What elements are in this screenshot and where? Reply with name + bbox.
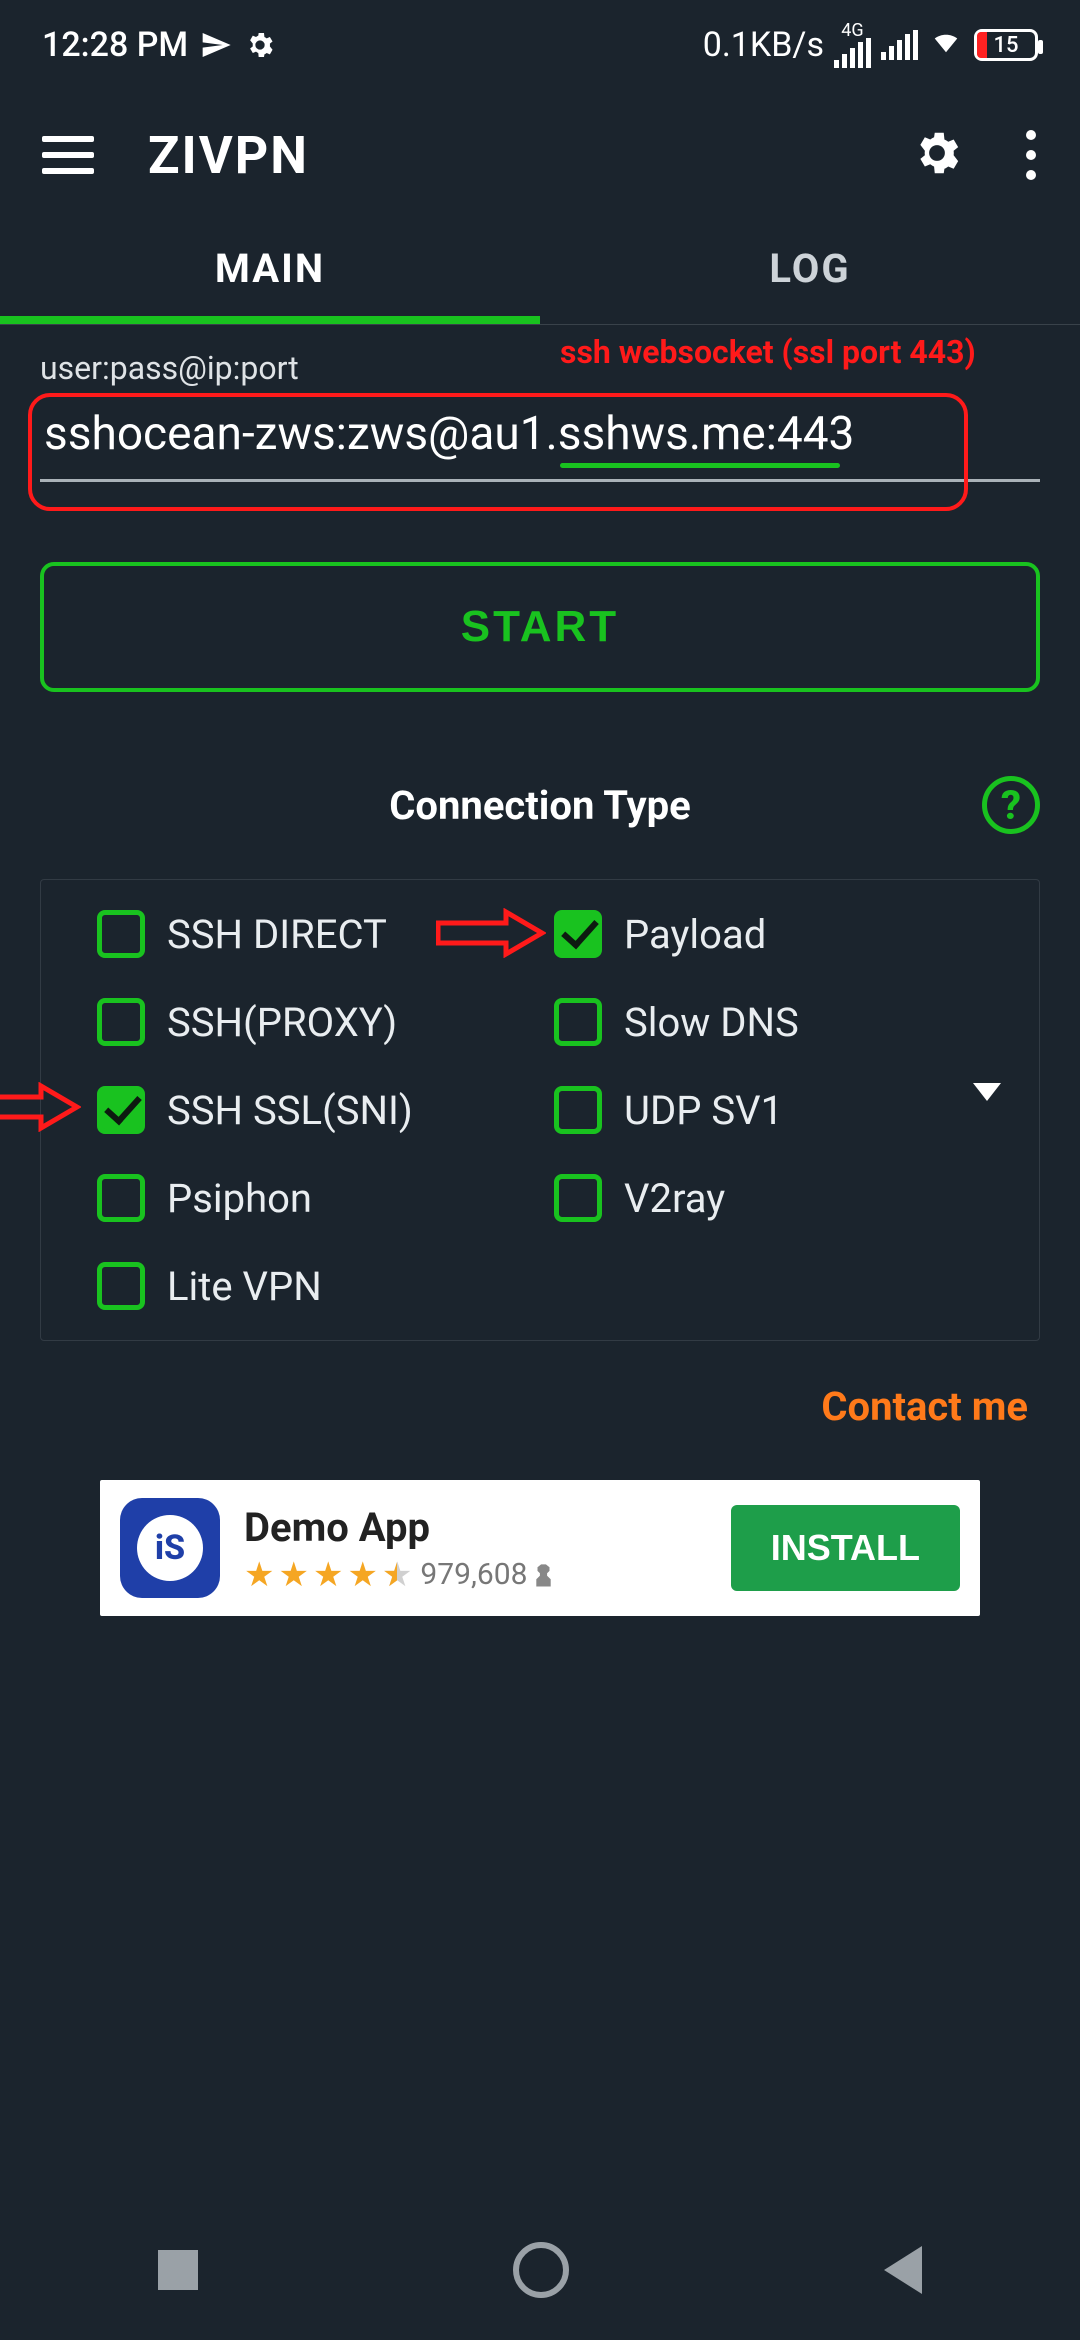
section-title: Connection Type (389, 782, 691, 829)
settings-button[interactable] (894, 110, 980, 200)
checkbox-checked-icon (97, 1086, 145, 1134)
option-label: SSH DIRECT (167, 911, 387, 958)
option-psiphon[interactable]: Psiphon (97, 1174, 554, 1222)
person-icon (532, 1563, 556, 1587)
telegram-icon (200, 29, 232, 61)
option-slow-dns[interactable]: Slow DNS (554, 998, 1011, 1046)
nav-home-icon[interactable] (513, 2242, 569, 2298)
signal-icon-2 (881, 30, 918, 60)
checkbox-icon (554, 1174, 602, 1222)
option-payload[interactable]: Payload (554, 910, 1011, 958)
option-lite-vpn[interactable]: Lite VPN (97, 1262, 554, 1310)
option-label: V2ray (624, 1175, 725, 1222)
checkbox-icon (97, 1174, 145, 1222)
option-label: SSH(PROXY) (167, 999, 397, 1046)
help-button[interactable]: ? (982, 776, 1040, 834)
option-label: Lite VPN (167, 1263, 322, 1310)
checkbox-icon (97, 910, 145, 958)
tab-log[interactable]: LOG (540, 220, 1080, 324)
start-button[interactable]: START (40, 562, 1040, 692)
connection-type-grid: SSH DIRECT Payload SSH(PROXY) Slow DNS S… (40, 879, 1040, 1341)
net-speed: 0.1KB/s (703, 25, 824, 65)
checkbox-icon (554, 998, 602, 1046)
option-label: Psiphon (167, 1175, 312, 1222)
option-label: SSH SSL(SNI) (167, 1087, 413, 1134)
checkbox-checked-icon (554, 910, 602, 958)
option-v2ray[interactable]: V2ray (554, 1174, 1011, 1222)
status-time: 12:28 PM (42, 25, 188, 65)
checkbox-icon (97, 998, 145, 1046)
ad-title: Demo App (244, 1504, 707, 1551)
tab-bar: MAIN LOG (0, 220, 1080, 325)
contact-link[interactable]: Contact me (40, 1383, 1040, 1430)
connection-input[interactable] (40, 397, 1040, 482)
more-button[interactable] (1010, 114, 1052, 196)
battery-percent: 15 (977, 33, 1035, 58)
option-label: Slow DNS (624, 999, 799, 1046)
status-bar: 12:28 PM 0.1KB/s 4G 15 (0, 0, 1080, 90)
option-ssh-ssl-sni[interactable]: SSH SSL(SNI) (97, 1086, 554, 1134)
wifi-icon (928, 25, 964, 65)
ad-review-count: 979,608 (420, 1557, 527, 1592)
battery-icon: 15 (974, 29, 1038, 61)
gear-small-icon (244, 29, 276, 61)
option-label: UDP SV1 (624, 1087, 783, 1134)
checkbox-icon (554, 1086, 602, 1134)
option-ssh-proxy[interactable]: SSH(PROXY) (97, 998, 554, 1046)
option-ssh-direct[interactable]: SSH DIRECT (97, 910, 554, 958)
app-bar: ZIVPN (0, 90, 1080, 220)
option-label: Payload (624, 911, 766, 958)
ad-banner[interactable]: iS Demo App ★★★★★ 979,608 INSTALL (100, 1480, 980, 1616)
chevron-down-icon (973, 1101, 1001, 1120)
option-udp-dropdown[interactable]: UDP SV1 (554, 1086, 1011, 1134)
ad-rating: ★★★★★ 979,608 (244, 1557, 707, 1592)
menu-icon[interactable] (28, 122, 108, 188)
app-title: ZIVPN (148, 125, 309, 186)
annotation-arrow-sshssl (0, 1082, 81, 1132)
nav-back-icon[interactable] (884, 2246, 922, 2294)
annotation-banner: ssh websocket (ssl port 443) (560, 333, 976, 371)
system-nav-bar (0, 2200, 1080, 2340)
tab-main[interactable]: MAIN (0, 220, 540, 324)
nav-recent-icon[interactable] (158, 2250, 198, 2290)
checkbox-icon (97, 1262, 145, 1310)
install-button[interactable]: INSTALL (731, 1505, 960, 1591)
ad-app-icon: iS (120, 1498, 220, 1598)
signal-icon-1 (834, 38, 871, 68)
